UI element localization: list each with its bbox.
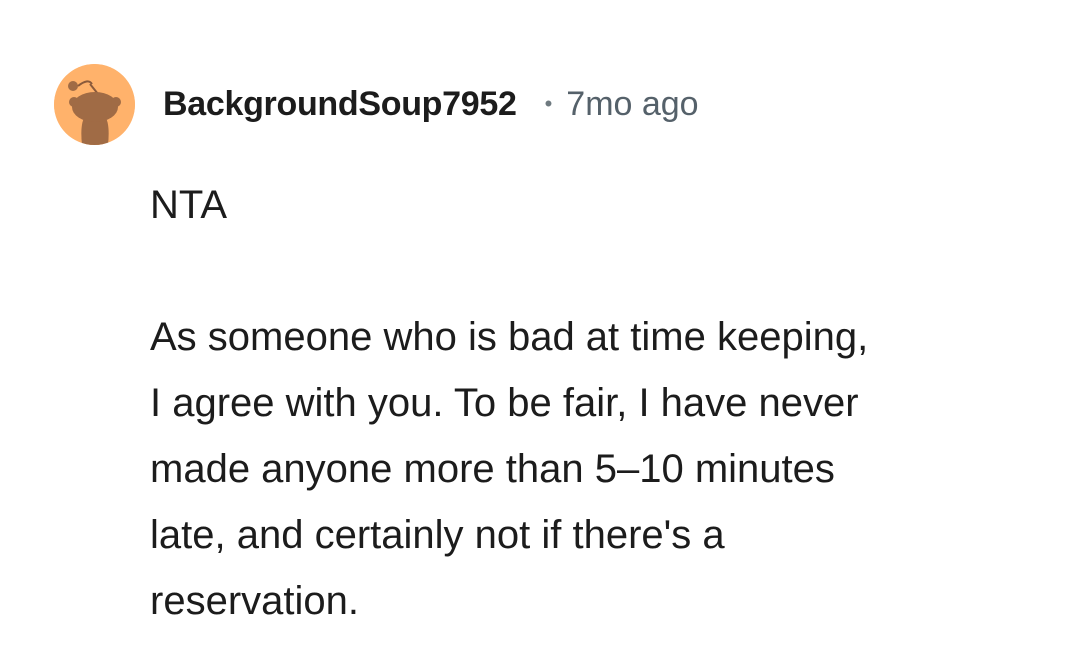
comment-line: reservation. <box>150 579 359 623</box>
meta-separator: • <box>544 91 553 116</box>
comment-timestamp[interactable]: 7mo ago <box>566 85 698 124</box>
comment-verdict: NTA <box>150 183 228 227</box>
comment-body: NTA As someone who is bad at time keepin… <box>150 172 1030 634</box>
comment-header: BackgroundSoup7952 • 7mo ago <box>163 82 699 126</box>
snoo-avatar-icon <box>54 64 135 145</box>
comment-line: made anyone more than 5–10 minutes <box>150 447 835 491</box>
user-avatar[interactable] <box>54 64 135 145</box>
comment-card: BackgroundSoup7952 • 7mo ago NTA As some… <box>0 0 1079 645</box>
comment-line: I agree with you. To be fair, I have nev… <box>150 381 859 425</box>
comment-line: As someone who is bad at time keeping, <box>150 315 869 359</box>
comment-line: late, and certainly not if there's a <box>150 513 725 557</box>
author-username[interactable]: BackgroundSoup7952 <box>163 85 517 124</box>
